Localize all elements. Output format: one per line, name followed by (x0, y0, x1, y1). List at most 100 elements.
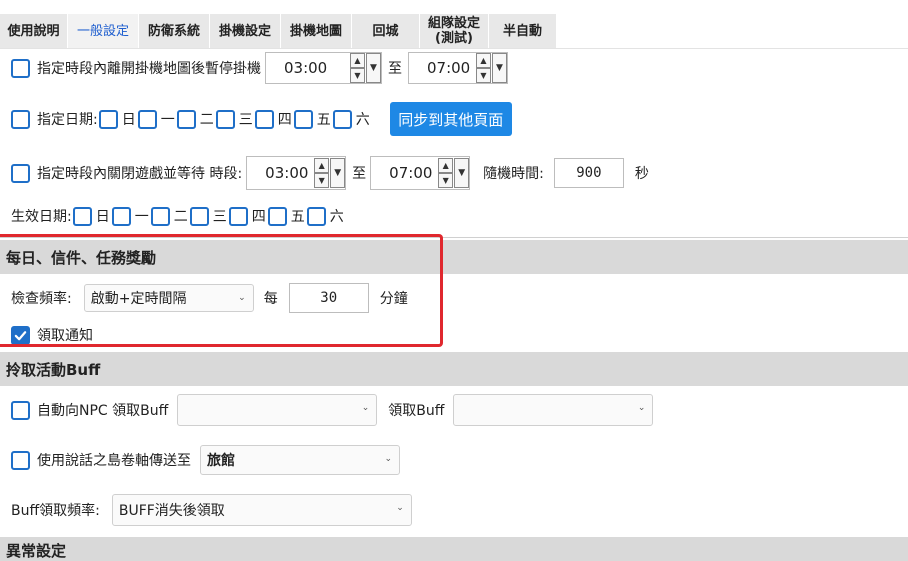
day-label: 三 (238, 112, 253, 128)
close-game-to-label: 至 (352, 166, 367, 182)
tab-semi-auto[interactable]: 半自動 (489, 14, 557, 48)
npc-buff-label: 自動向NPC 領取Buff (37, 403, 169, 419)
effective-dates-label: 生效日期: (11, 209, 72, 225)
buff-frequency-row: Buff領取頻率: BUFF消失後領取 ⌄ (11, 494, 412, 526)
teleport-destination-select[interactable]: 旅館 ⌄ (200, 445, 400, 475)
npc-buff-checkbox[interactable] (11, 400, 30, 420)
scroll-teleport-label: 使用說話之島卷軸傳送至 (37, 453, 191, 469)
effective-day-checkbox-sat[interactable] (306, 206, 326, 226)
random-time-label: 隨機時間: (483, 166, 544, 182)
tab-general-settings[interactable]: 一般設定 (68, 14, 139, 48)
spin-up-icon[interactable]: ▲ (315, 158, 330, 173)
check-frequency-select[interactable]: 啟動+定時間隔 ⌄ (83, 284, 254, 312)
dates-checkbox[interactable] (11, 109, 30, 129)
chevron-down-icon: ⌄ (637, 403, 646, 413)
check-icon (14, 330, 27, 340)
day-label: 五 (316, 112, 331, 128)
day-label: 一 (160, 112, 175, 128)
notify-checkbox[interactable] (11, 325, 30, 345)
close-game-label: 指定時段內關閉遊戲並等待 時段: (37, 166, 243, 182)
day-label: 六 (355, 112, 370, 128)
leave-map-start-time[interactable]: 03:00 ▲ ▼ ▼ (265, 52, 382, 84)
scroll-teleport-checkbox[interactable] (11, 450, 30, 470)
close-game-end-time[interactable]: 07:00 ▲ ▼ ▼ (370, 156, 471, 190)
close-game-checkbox[interactable] (11, 163, 30, 183)
notify-label: 領取通知 (37, 328, 93, 344)
section-activity-buff: 拎取活動Buff (0, 352, 908, 386)
day-label: 六 (329, 209, 344, 225)
tab-instructions[interactable]: 使用說明 (0, 14, 68, 48)
day-checkbox-fri[interactable] (293, 109, 313, 129)
effective-dates-row: 生效日期: 日 一 二 三 四 五 六 (11, 206, 344, 226)
chevron-down-icon: ⌄ (396, 503, 404, 513)
tab-defense-system[interactable]: 防衛系統 (139, 14, 210, 48)
notify-row: 領取通知 (11, 325, 93, 345)
effective-day-checkbox-fri[interactable] (267, 206, 287, 226)
day-label: 一 (134, 209, 149, 225)
leave-map-to-label: 至 (388, 61, 402, 77)
divider (0, 237, 908, 238)
get-buff-label: 領取Buff (388, 403, 445, 419)
close-game-start-time[interactable]: 03:00 ▲ ▼ ▼ (246, 156, 347, 190)
buff-frequency-label: Buff領取頻率: (11, 503, 100, 519)
dates-label: 指定日期: (37, 112, 98, 128)
leave-map-row: 指定時段內離開掛機地圖後暫停掛機 03:00 ▲ ▼ ▼ 至 07:00 ▲ ▼ ▼ (11, 52, 508, 84)
day-label: 四 (251, 209, 266, 225)
spin-up-icon[interactable]: ▲ (351, 53, 365, 68)
effective-day-checkbox-sun[interactable] (72, 206, 92, 226)
npc-buff-row: 自動向NPC 領取Buff ⌄ 領取Buff ⌄ (11, 394, 654, 426)
tab-afk-settings[interactable]: 掛機設定 (210, 14, 281, 48)
tab-return-town[interactable]: 回城 (352, 14, 420, 48)
day-label: 日 (95, 209, 110, 225)
day-checkbox-mon[interactable] (137, 109, 157, 129)
day-checkbox-sun[interactable] (98, 109, 118, 129)
day-checkbox-wed[interactable] (215, 109, 235, 129)
check-frequency-label: 檢查頻率: (11, 291, 72, 307)
effective-day-checkbox-thu[interactable] (228, 206, 248, 226)
tab-divider (0, 48, 908, 49)
sync-pages-button[interactable]: 同步到其他頁面 (389, 102, 512, 136)
day-label: 五 (290, 209, 305, 225)
day-checkbox-tue[interactable] (176, 109, 196, 129)
chevron-down-icon[interactable]: ▼ (366, 53, 381, 83)
spin-down-icon[interactable]: ▼ (439, 173, 454, 188)
spin-up-icon[interactable]: ▲ (439, 158, 454, 173)
section-daily-rewards: 每日、信件、任務獎勵 (0, 240, 908, 274)
spin-down-icon[interactable]: ▼ (351, 68, 365, 83)
npc-select[interactable]: ⌄ (177, 394, 378, 426)
leave-map-end-time[interactable]: 07:00 ▲ ▼ ▼ (408, 52, 508, 84)
effective-day-checkbox-tue[interactable] (150, 206, 170, 226)
day-label: 日 (121, 112, 136, 128)
buff-frequency-select[interactable]: BUFF消失後領取 ⌄ (111, 494, 412, 526)
chevron-down-icon[interactable]: ▼ (492, 53, 507, 83)
leave-map-label: 指定時段內離開掛機地圖後暫停掛機 (37, 61, 261, 77)
section-abnormal-settings: 異常設定 (0, 537, 908, 561)
interval-minutes-input[interactable]: 30 (288, 283, 369, 313)
day-checkbox-thu[interactable] (254, 109, 274, 129)
chevron-down-icon[interactable]: ▼ (330, 158, 346, 188)
minutes-unit: 分鐘 (379, 291, 408, 307)
chevron-down-icon: ⌄ (238, 293, 246, 303)
buff-select[interactable]: ⌄ (453, 394, 654, 426)
tab-afk-map[interactable]: 掛機地圖 (281, 14, 352, 48)
effective-day-checkbox-mon[interactable] (111, 206, 131, 226)
check-frequency-row: 檢查頻率: 啟動+定時間隔 ⌄ 每 30 分鐘 (11, 283, 408, 313)
spin-up-icon[interactable]: ▲ (477, 53, 491, 68)
day-label: 二 (173, 209, 188, 225)
close-game-row: 指定時段內關閉遊戲並等待 時段: 03:00 ▲ ▼ ▼ 至 07:00 ▲ ▼ ▼… (11, 156, 649, 190)
random-time-input[interactable]: 900 (553, 158, 624, 188)
seconds-unit: 秒 (634, 166, 649, 182)
day-label: 三 (212, 209, 227, 225)
day-checkbox-sat[interactable] (332, 109, 352, 129)
chevron-down-icon: ⌄ (361, 403, 370, 413)
chevron-down-icon[interactable]: ▼ (454, 158, 470, 188)
day-label: 二 (199, 112, 214, 128)
dates-row: 指定日期: 日 一 二 三 四 五 六 同步到其他頁面 (11, 102, 512, 136)
tab-bar: 使用說明 一般設定 防衛系統 掛機設定 掛機地圖 回城 組隊設定 (測試) 半自… (0, 14, 557, 48)
day-label: 四 (277, 112, 292, 128)
effective-day-checkbox-wed[interactable] (189, 206, 209, 226)
leave-map-checkbox[interactable] (11, 58, 30, 78)
tab-party-settings[interactable]: 組隊設定 (測試) (420, 14, 489, 48)
spin-down-icon[interactable]: ▼ (477, 68, 491, 83)
spin-down-icon[interactable]: ▼ (315, 173, 330, 188)
